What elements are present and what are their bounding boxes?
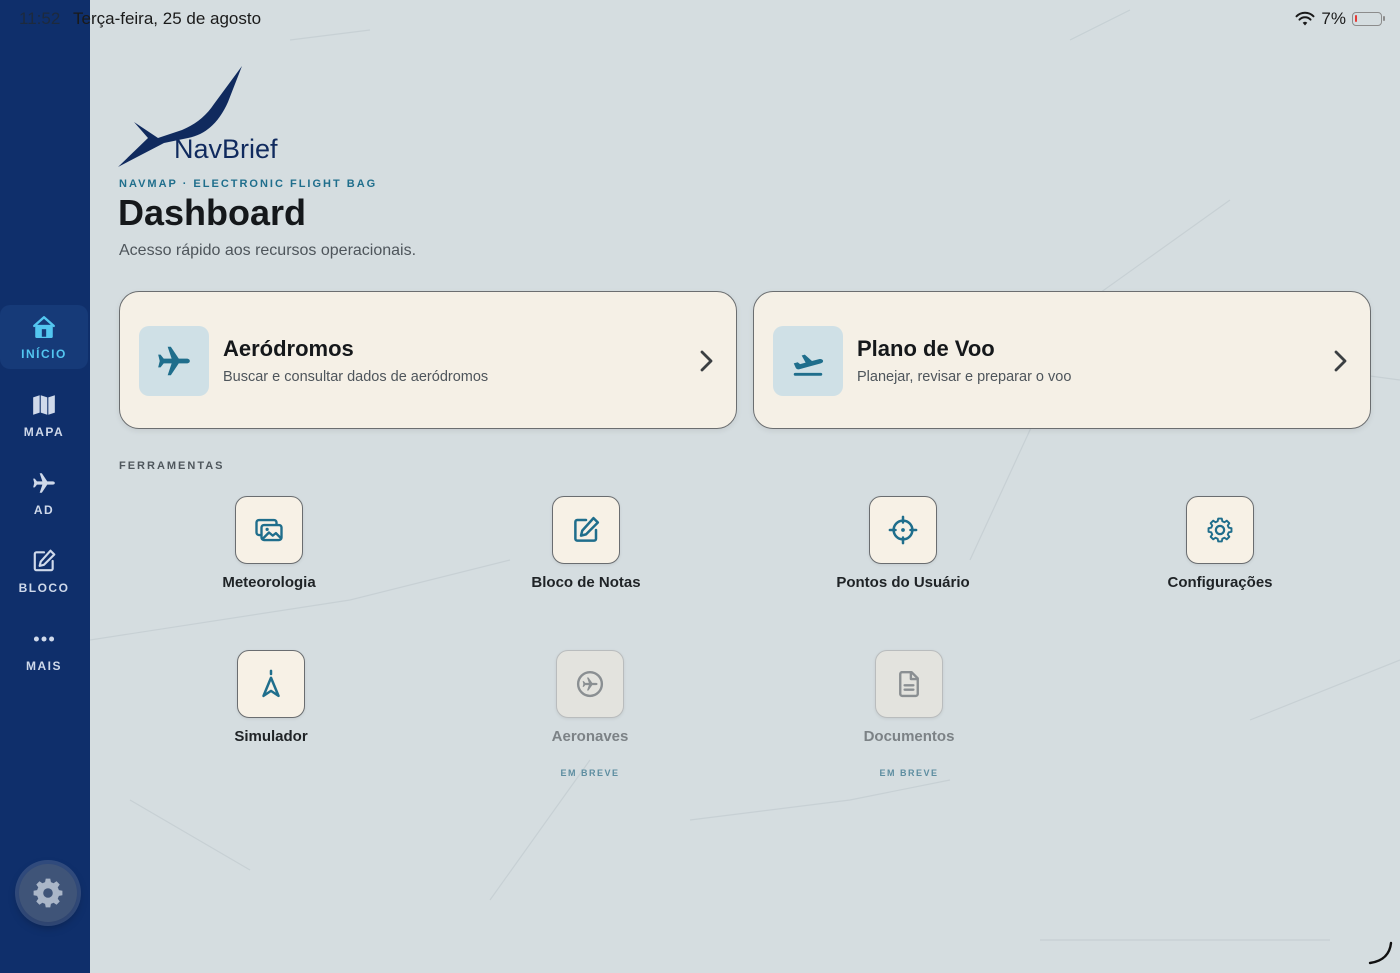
tool-tile xyxy=(869,496,937,564)
tool-tile xyxy=(1186,496,1254,564)
card-icon-tile xyxy=(139,326,209,396)
tool-label: Aeronaves xyxy=(551,728,629,745)
battery-percent: 7% xyxy=(1321,9,1346,28)
battery-level-fill xyxy=(1355,15,1357,22)
battery-icon xyxy=(1352,12,1385,26)
page-title: Dashboard xyxy=(118,192,307,233)
gear-icon xyxy=(1207,517,1233,543)
status-bar: 11:52 Terça-feira, 25 de agosto 7% xyxy=(0,0,1400,38)
loading-spinner-icon xyxy=(1368,941,1393,965)
tool-meteorologia[interactable]: Meteorologia xyxy=(169,496,369,591)
tool-label: Bloco de Notas xyxy=(531,574,641,591)
sidebar-item-ad[interactable]: AD xyxy=(0,461,88,525)
images-icon xyxy=(255,518,283,542)
logo-text: NavBrief xyxy=(174,134,278,164)
home-icon xyxy=(33,315,55,338)
sidebar-item-label: MAIS xyxy=(26,658,62,673)
sidebar-item-mapa[interactable]: MAPA xyxy=(0,383,88,447)
map-icon xyxy=(33,394,55,415)
document-icon xyxy=(899,670,919,698)
tool-bloco-de-notas[interactable]: Bloco de Notas xyxy=(486,496,686,591)
edit-icon xyxy=(33,549,56,571)
chevron-right-icon xyxy=(700,350,713,372)
tool-simulador[interactable]: Simulador xyxy=(171,650,371,745)
tool-aeronaves: Aeronaves EM BREVE xyxy=(490,650,690,778)
status-date: Terça-feira, 25 de agosto xyxy=(73,9,262,28)
page-subtitle: Acesso rápido aos recursos operacionais. xyxy=(119,242,417,259)
card-title: Aeródromos xyxy=(223,336,354,361)
card-aerodromos[interactable]: Aeródromos Buscar e consultar dados de a… xyxy=(119,291,737,429)
tool-label: Meteorologia xyxy=(222,574,316,591)
sidebar-item-inicio[interactable]: INÍCIO xyxy=(0,305,88,369)
crosshair-icon xyxy=(888,515,918,545)
card-subtitle: Buscar e consultar dados de aeródromos xyxy=(223,369,489,385)
plane-circle-icon xyxy=(576,670,604,698)
tool-tile xyxy=(556,650,624,718)
tool-tile xyxy=(875,650,943,718)
tool-label: Documentos xyxy=(863,728,955,745)
navbrief-logo: NavBrief xyxy=(118,64,288,169)
edit-icon xyxy=(574,516,600,542)
sidebar-item-label: BLOCO xyxy=(18,580,70,595)
gear-icon xyxy=(33,878,63,908)
tool-tile xyxy=(237,650,305,718)
eyebrow-label: NAVMAP · ELECTRONIC FLIGHT BAG xyxy=(119,178,378,190)
status-time: 11:52 xyxy=(19,9,61,28)
tool-configuracoes[interactable]: Configurações xyxy=(1120,496,1320,591)
sidebar-item-label: MAPA xyxy=(23,424,65,439)
wifi-icon xyxy=(1295,11,1315,26)
airplane-icon xyxy=(33,472,55,493)
card-icon-tile xyxy=(773,326,843,396)
sidebar: INÍCIO MAPA AD BLOCO MAIS xyxy=(0,0,90,973)
card-title: Plano de Voo xyxy=(857,336,995,361)
coming-soon-badge: EM BREVE xyxy=(879,768,939,778)
tool-tile xyxy=(235,496,303,564)
sidebar-item-mais[interactable]: MAIS xyxy=(0,617,88,681)
card-subtitle: Planejar, revisar e preparar o voo xyxy=(857,369,1072,385)
sidebar-item-bloco[interactable]: BLOCO xyxy=(0,539,88,603)
status-indicators: 7% xyxy=(1295,9,1385,29)
tool-label: Pontos do Usuário xyxy=(836,574,970,591)
settings-button[interactable] xyxy=(19,864,77,922)
card-plano-de-voo[interactable]: Plano de Voo Planejar, revisar e prepara… xyxy=(753,291,1371,429)
tool-documentos: Documentos EM BREVE xyxy=(809,650,1009,778)
coming-soon-badge: EM BREVE xyxy=(560,768,620,778)
tool-tile xyxy=(552,496,620,564)
airplane-takeoff-icon xyxy=(793,354,824,376)
tool-pontos-do-usuario[interactable]: Pontos do Usuário xyxy=(803,496,1003,591)
navigation-icon xyxy=(262,669,280,698)
tool-label: Simulador xyxy=(234,728,308,745)
sidebar-item-label: INÍCIO xyxy=(21,346,67,361)
sidebar-item-label: AD xyxy=(33,502,55,517)
more-icon xyxy=(33,636,55,641)
airplane-icon xyxy=(158,346,190,376)
chevron-right-icon xyxy=(1334,350,1347,372)
section-label-ferramentas: FERRAMENTAS xyxy=(119,460,225,472)
tool-label: Configurações xyxy=(1167,574,1273,591)
